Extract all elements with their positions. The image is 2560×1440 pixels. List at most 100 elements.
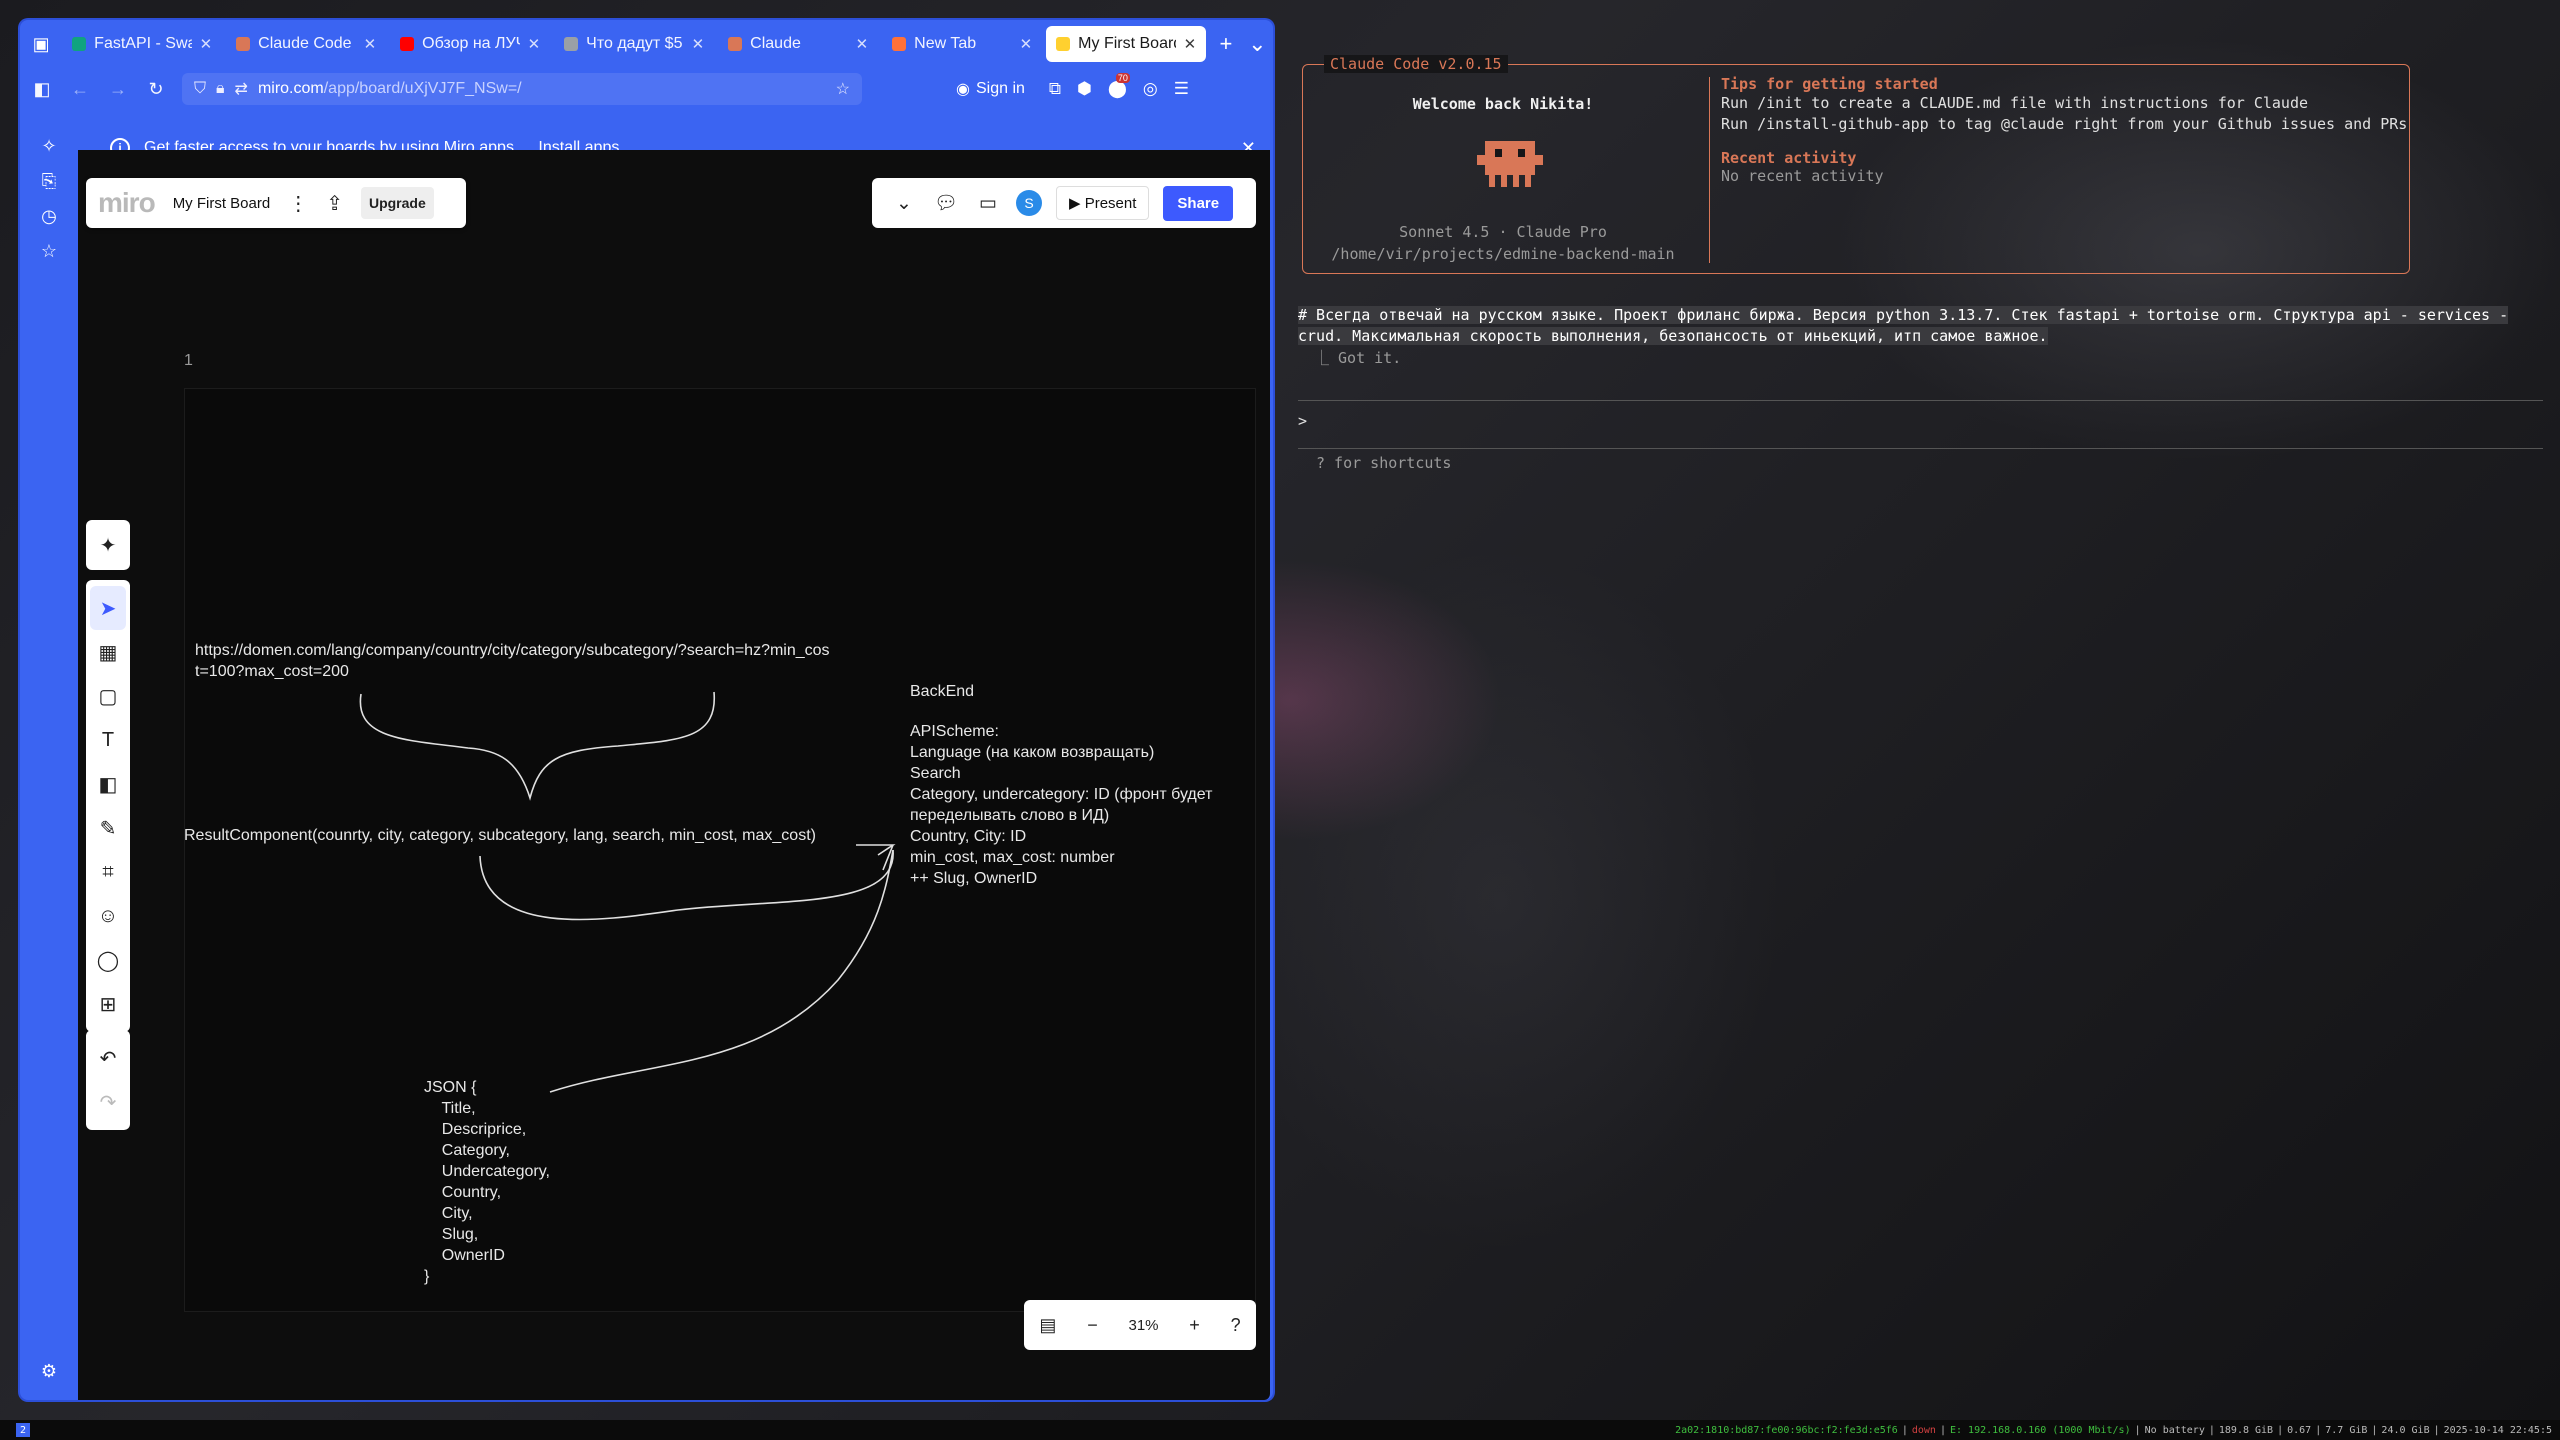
settings-gear-icon[interactable]: ⚙ (41, 1361, 57, 1382)
frame-icon[interactable]: ⌗ (86, 850, 130, 894)
account-icon: ◉ (956, 81, 970, 98)
browser-tab[interactable]: My First Board ✕ (1046, 26, 1207, 62)
result-component-note[interactable]: ResultComponent(counrty, city, category,… (184, 825, 816, 846)
tab-close-icon[interactable]: ✕ (1020, 35, 1033, 53)
prompt-input[interactable]: > (1298, 412, 1307, 430)
video-call-icon[interactable]: ▭ (974, 192, 1002, 215)
sign-in-button[interactable]: ◉ Sign in (956, 79, 1025, 99)
miro-logo[interactable]: miro (98, 187, 156, 219)
more-apps-icon[interactable]: ⊞ (86, 982, 130, 1026)
extensions-icon[interactable]: ⧉ (1049, 79, 1061, 99)
history-icon[interactable]: ◷ (41, 206, 57, 227)
text-tool-icon[interactable]: T (86, 718, 130, 762)
zoom-level[interactable]: 31% (1128, 1317, 1158, 1334)
menu-icon[interactable]: ☰ (1174, 79, 1189, 99)
mask-extension-icon[interactable]: ◎ (1143, 79, 1158, 99)
address-bar[interactable]: ⛉ 🔒︎ ⇄ miro.com/app/board/uXjVJ7F_NSw=/ … (182, 73, 862, 105)
undo-icon[interactable]: ↶ (86, 1036, 130, 1080)
board-header: miro My First Board ⋮ ⇪ Upgrade (86, 178, 466, 228)
tab-favicon-icon (892, 37, 907, 51)
new-tab-button[interactable]: + (1210, 31, 1241, 57)
zoom-in-button[interactable]: + (1189, 1315, 1200, 1336)
ai-magic-icon[interactable]: ✦ (86, 520, 130, 570)
board-map-icon[interactable]: ▤ (1039, 1315, 1056, 1336)
cpu-load: 0.67 (2287, 1424, 2312, 1436)
synced-tabs-icon[interactable]: ⎘ (42, 171, 56, 192)
extension-badge-icon[interactable]: ⬤ 70 (1108, 73, 1130, 99)
share-button[interactable]: Share (1163, 185, 1234, 221)
json-note[interactable]: JSON { Title, Descriprice, Category, Und… (424, 1077, 550, 1287)
help-icon[interactable]: ? (1231, 1315, 1241, 1336)
templates-icon[interactable]: ▦ (86, 630, 130, 674)
workspace-indicator[interactable]: 2 (16, 1423, 30, 1437)
tip-init: Run /init to create a CLAUDE.md file wit… (1721, 94, 2308, 112)
browser-tab[interactable]: FastAPI - Swagger UI ✕ (62, 26, 222, 62)
back-button[interactable]: ← (68, 79, 92, 100)
claude-mascot-icon (1477, 141, 1543, 187)
panel-divider (1709, 77, 1710, 263)
collab-toolbar: ⌄ 💬︎ ▭ S ▶ Present Share (872, 178, 1256, 228)
assistant-reply: ⎿ Got it. (1314, 349, 1402, 367)
upgrade-button[interactable]: Upgrade (360, 187, 434, 219)
reload-button[interactable]: ↻ (144, 79, 168, 100)
terminal-window[interactable]: Welcome back Nikita! Sonnet 4.5 · Claude… (1288, 20, 2550, 1400)
extension-icon[interactable]: ⬢ (1077, 79, 1092, 99)
claude-code-welcome-box: Welcome back Nikita! Sonnet 4.5 · Claude… (1302, 64, 2410, 274)
frame-label[interactable]: 1 (184, 352, 193, 370)
sidebar-toggle-icon[interactable]: ◧ (30, 79, 54, 100)
apischeme-note[interactable]: APIScheme: Language (на каком возвращать… (910, 721, 1212, 889)
board-menu-icon[interactable]: ⋮ (288, 191, 308, 216)
avatar[interactable]: S (1016, 190, 1042, 216)
zoom-controls: ▤ − 31% + ? (1024, 1300, 1256, 1350)
tab-close-icon[interactable]: ✕ (1184, 35, 1197, 53)
clock: 2025-10-14 22:45:5 (2443, 1424, 2552, 1436)
shield-icon[interactable]: ⛉ (194, 80, 206, 98)
tab-close-icon[interactable]: ✕ (856, 35, 869, 53)
tab-close-icon[interactable]: ✕ (364, 35, 377, 53)
browser-tab[interactable]: Claude ✕ (718, 26, 878, 62)
tips-panel: Tips for getting started Run /init to cr… (1721, 75, 2407, 185)
backend-note[interactable]: BackEnd (910, 681, 974, 702)
select-cursor-icon[interactable]: ➤ (90, 586, 126, 630)
tips-header: Tips for getting started (1721, 75, 1938, 93)
forward-button[interactable]: → (106, 79, 130, 100)
export-icon[interactable]: ⇪ (326, 191, 343, 216)
creation-toolbar: ➤ ▦ ▢ T ◧ ✎ ⌗ ☺ ◯ ⊞ (86, 580, 130, 1032)
browser-tab[interactable]: Что дадут $5 в ✕ (554, 26, 714, 62)
sticker-icon[interactable]: ☺ (86, 894, 130, 938)
tab-close-icon[interactable]: ✕ (200, 35, 213, 53)
browser-tab[interactable]: New Tab ✕ (882, 26, 1042, 62)
recent-activity-header: Recent activity (1721, 149, 1857, 167)
browser-tab[interactable]: Claude Code ✕ (226, 26, 386, 62)
bookmark-star-icon[interactable]: ☆ (836, 79, 850, 99)
browser-sidebar: ✧ ⎘ ◷ ☆ ⚙ (20, 120, 78, 1400)
ai-chat-icon[interactable]: ✧ (41, 136, 56, 157)
tab-list-chevron-icon[interactable]: ⌄ (1242, 31, 1273, 57)
comment-icon[interactable]: ◯ (86, 938, 130, 982)
permissions-icon[interactable]: ⇄ (235, 79, 248, 99)
bookmarks-icon[interactable]: ☆ (41, 241, 57, 262)
present-button[interactable]: ▶ Present (1056, 186, 1150, 220)
lock-icon[interactable]: 🔒︎ (216, 80, 225, 98)
zoom-out-button[interactable]: − (1087, 1315, 1098, 1336)
undo-redo-toolbar: ↶ ↷ (86, 1030, 130, 1130)
tab-title: Claude (750, 35, 801, 52)
pen-icon[interactable]: ✎ (86, 806, 130, 850)
collapse-chevron-icon[interactable]: ⌄ (890, 192, 918, 215)
welcome-panel: Welcome back Nikita! Sonnet 4.5 · Claude… (1303, 65, 1703, 273)
tab-close-icon[interactable]: ✕ (528, 35, 541, 53)
miro-board-canvas[interactable]: miro My First Board ⋮ ⇪ Upgrade ⌄ 💬︎ ▭ S… (78, 150, 1270, 1400)
tab-close-icon[interactable]: ✕ (692, 35, 705, 53)
welcome-text: Welcome back Nikita! (1412, 95, 1594, 113)
board-title[interactable]: My First Board (173, 195, 271, 212)
redo-icon[interactable]: ↷ (86, 1080, 130, 1124)
claude-code-version-title: Claude Code v2.0.15 (1324, 55, 1508, 73)
comments-icon[interactable]: 💬︎ (932, 191, 960, 215)
sticky-note-icon[interactable]: ▢ (86, 674, 130, 718)
tab-overview-icon[interactable]: ▣ (28, 29, 54, 59)
browser-tab[interactable]: Обзор на ЛУЧШИЕ ✕ (390, 26, 550, 62)
ipv6-address: 2a02:1810:bd87:fe00:96bc:f2:fe3d:e5f6 (1675, 1424, 1898, 1436)
tab-title: Что дадут $5 в (586, 35, 683, 52)
url-note[interactable]: https://domen.com/lang/company/country/c… (195, 640, 830, 682)
shapes-icon[interactable]: ◧ (86, 762, 130, 806)
